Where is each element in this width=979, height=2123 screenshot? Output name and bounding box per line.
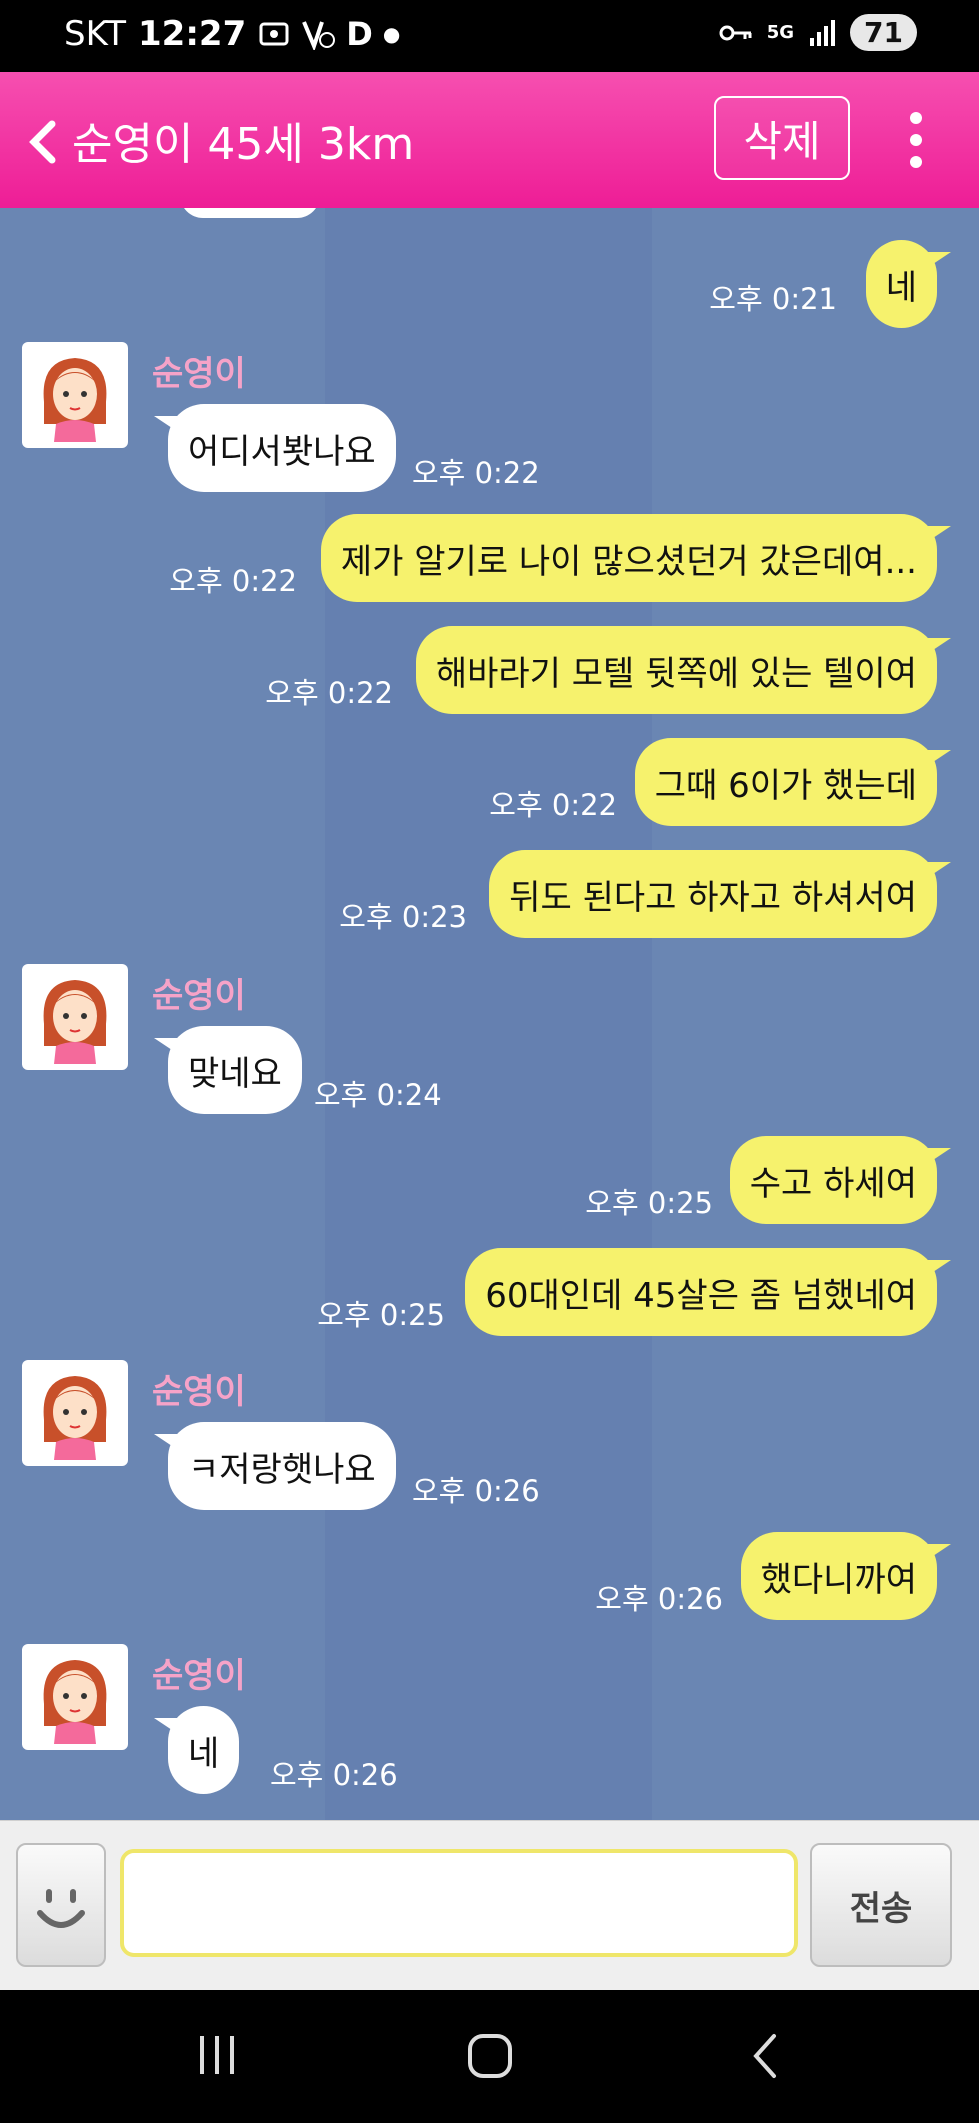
- app-header: 순영이 45세 3km 삭제: [0, 72, 979, 208]
- chat-message-list[interactable]: 오후 0:21 네 순영이 어디서봣나요 오후 0:22 오후 0:22 제가 …: [0, 208, 979, 1820]
- app-d-icon: D: [346, 15, 373, 53]
- girl-avatar-icon: [43, 358, 107, 442]
- their-message-bubble[interactable]: 어디서봣나요: [154, 404, 396, 492]
- smiley-icon: [37, 1889, 85, 1928]
- back-nav-icon[interactable]: [748, 2032, 782, 2080]
- message-input[interactable]: [120, 1849, 798, 1957]
- girl-avatar-icon: [43, 1660, 107, 1744]
- send-button[interactable]: 전송: [810, 1843, 952, 1967]
- emoticon-button[interactable]: [16, 1843, 106, 1967]
- message-composer: 전송: [0, 1820, 979, 1991]
- vpn-key-icon: [719, 25, 752, 40]
- my-message-bubble[interactable]: 수고 하세여: [729, 1136, 952, 1224]
- contact-avatar[interactable]: [22, 964, 128, 1070]
- my-message-bubble[interactable]: 그때 6이가 했는데: [634, 738, 952, 826]
- message-time: 오후 0:22: [489, 788, 617, 822]
- signal-icon: [810, 19, 836, 46]
- my-message-bubble[interactable]: 제가 알기로 나이 많으셨던거 갔은데여...: [320, 514, 952, 602]
- their-message-bubble[interactable]: ㅋ저랑햇나요: [154, 1422, 396, 1510]
- my-message-bubble[interactable]: 했다니까여: [740, 1532, 952, 1620]
- my-message-bubble[interactable]: 60대인데 45살은 좀 넘했네여: [465, 1248, 951, 1336]
- delete-button[interactable]: 삭제: [714, 96, 850, 180]
- recent-apps-icon[interactable]: [194, 2032, 240, 2078]
- message-time: 오후 0:26: [412, 1474, 540, 1508]
- sender-name: 순영이: [152, 1372, 246, 1412]
- sender-name: 순영이: [152, 354, 246, 394]
- message-time: 오후 0:25: [317, 1298, 445, 1332]
- contact-avatar[interactable]: [22, 1360, 128, 1466]
- my-message-bubble[interactable]: 네: [865, 240, 952, 328]
- network-type: 5G: [766, 22, 795, 43]
- message-time: 오후 0:26: [270, 1758, 398, 1792]
- call-blocked-icon: [302, 21, 336, 50]
- home-icon[interactable]: [466, 2032, 514, 2080]
- my-message-bubble[interactable]: 해바라기 모텔 뒷쪽에 있는 텔이여: [415, 626, 952, 714]
- their-message-bubble[interactable]: 네: [153, 1706, 240, 1794]
- screenshot-icon: [259, 22, 289, 46]
- clock: 12:27: [138, 14, 247, 54]
- message-time: 오후 0:23: [339, 900, 467, 934]
- message-time: 오후 0:25: [585, 1186, 713, 1220]
- more-options-icon[interactable]: [904, 110, 928, 170]
- contact-avatar[interactable]: [22, 342, 128, 448]
- status-bar: SKT 12:27 D ● 5G 71: [0, 0, 979, 72]
- notification-dot-icon: ●: [382, 22, 401, 46]
- system-nav-bar: [0, 1990, 979, 2123]
- battery-level: 71: [850, 14, 917, 51]
- sender-name: 순영이: [152, 1656, 246, 1696]
- their-message-bubble[interactable]: 맞네요: [154, 1026, 302, 1114]
- girl-avatar-icon: [43, 1376, 107, 1460]
- message-time: 오후 0:21: [709, 282, 837, 316]
- back-arrow-icon[interactable]: [22, 112, 62, 172]
- message-time: 오후 0:22: [265, 676, 393, 710]
- sender-name: 순영이: [152, 976, 246, 1016]
- carrier-label: SKT: [64, 14, 127, 54]
- message-time: 오후 0:22: [412, 456, 540, 490]
- girl-avatar-icon: [43, 980, 107, 1064]
- contact-avatar[interactable]: [22, 1644, 128, 1750]
- message-time: 오후 0:22: [169, 564, 297, 598]
- message-time: 오후 0:26: [595, 1582, 723, 1616]
- message-time: 오후 0:24: [314, 1078, 442, 1112]
- partial-message-bubble: [180, 208, 320, 218]
- my-message-bubble[interactable]: 뒤도 된다고 하자고 하셔서여: [489, 850, 951, 938]
- chat-title: 순영이 45세 3km: [72, 119, 415, 170]
